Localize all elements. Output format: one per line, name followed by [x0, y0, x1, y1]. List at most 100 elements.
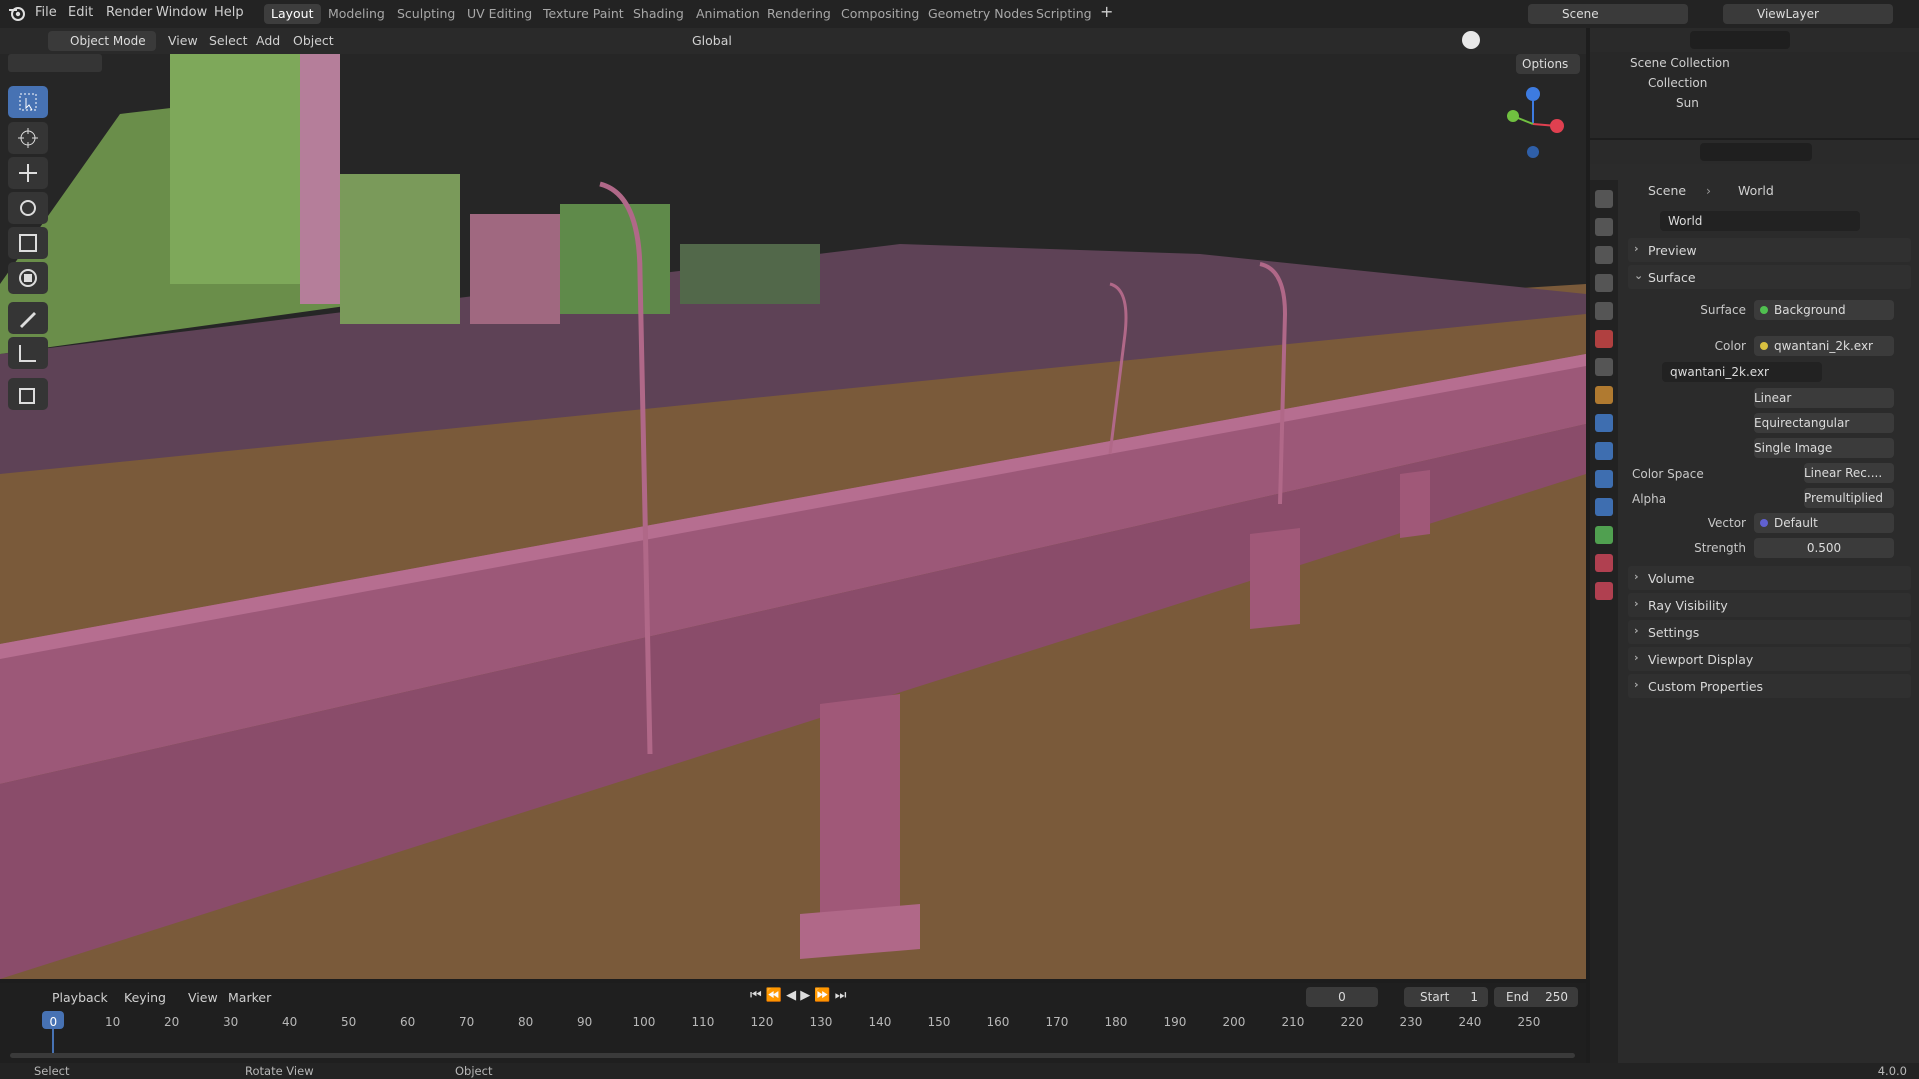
ortho-grid-icon[interactable] — [1551, 262, 1577, 288]
ray-visibility-panel-header[interactable]: › Ray Visibility — [1628, 593, 1911, 617]
marker-menu[interactable]: Marker — [228, 990, 271, 1005]
particles-tab-icon[interactable] — [1595, 442, 1613, 460]
measure-tool[interactable] — [8, 337, 48, 369]
menu-help[interactable]: Help — [214, 5, 244, 20]
tab-texture-paint[interactable]: Texture Paint — [536, 4, 631, 24]
add-cube-tool[interactable] — [8, 378, 48, 410]
settings-panel-label: Settings — [1648, 625, 1700, 640]
end-frame-field[interactable]: End 250 — [1494, 987, 1578, 1007]
frame-tick-label: 40 — [282, 1015, 298, 1029]
orientation-selector[interactable]: Global — [692, 33, 732, 48]
menu-view[interactable]: View — [168, 33, 198, 48]
tab-sculpting[interactable]: Sculpting — [390, 4, 462, 24]
outliner-search-input[interactable] — [1690, 31, 1790, 49]
tab-rendering[interactable]: Rendering — [760, 4, 838, 24]
cursor-tool[interactable] — [8, 122, 48, 154]
tab-compositing[interactable]: Compositing — [834, 4, 926, 24]
alpha-label: Alpha — [1632, 492, 1667, 506]
solid-shading-button[interactable] — [1462, 31, 1480, 49]
tab-scripting[interactable]: Scripting — [1029, 4, 1099, 24]
options-button[interactable]: Options — [1516, 54, 1580, 74]
image-name-field[interactable]: qwantani_2k.exr — [1662, 362, 1822, 382]
object-tab-icon[interactable] — [1595, 386, 1613, 404]
selection-mode-group[interactable] — [8, 54, 102, 72]
settings-panel-header[interactable]: › Settings — [1628, 620, 1911, 644]
rotate-tool[interactable] — [8, 192, 48, 224]
properties-editor[interactable]: Scene › World World › Preview ⌄ Surface Su… — [1590, 140, 1919, 1063]
world-name-field[interactable]: World — [1660, 211, 1860, 231]
start-frame-field[interactable]: Start 1 — [1404, 987, 1488, 1007]
scene-tab-icon[interactable] — [1595, 302, 1613, 320]
select-box-tool[interactable] — [8, 86, 48, 118]
preview-panel-header[interactable]: › Preview — [1628, 238, 1911, 262]
scale-tool[interactable] — [8, 227, 48, 259]
keying-menu[interactable]: Keying — [124, 990, 166, 1005]
collection-tab-icon[interactable] — [1595, 358, 1613, 376]
surface-panel-header[interactable]: ⌄ Surface — [1628, 265, 1911, 289]
menu-select[interactable]: Select — [209, 33, 248, 48]
view-layer-selector[interactable]: ViewLayer — [1723, 4, 1893, 24]
texture-tab-icon[interactable] — [1595, 582, 1613, 600]
3d-viewport[interactable]: Options — [0, 54, 1586, 979]
transform-tool[interactable] — [8, 262, 48, 294]
collection-label[interactable]: Collection — [1648, 76, 1707, 90]
surface-field[interactable]: Background — [1754, 300, 1894, 320]
outliner[interactable]: Scene Collection Collection Sun — [1590, 28, 1919, 138]
volume-panel-header[interactable]: › Volume — [1628, 566, 1911, 590]
constraints-tab-icon[interactable] — [1595, 498, 1613, 516]
timeline-scrollbar[interactable] — [10, 1053, 1575, 1058]
source-dropdown[interactable]: Single Image — [1754, 438, 1894, 458]
custom-properties-panel-header[interactable]: › Custom Properties — [1628, 674, 1911, 698]
pan-hand-icon[interactable] — [1551, 200, 1577, 226]
tab-uv-editing[interactable]: UV Editing — [460, 4, 539, 24]
mode-selector[interactable]: Object Mode — [48, 31, 156, 51]
world-tab-icon[interactable] — [1595, 330, 1613, 348]
playback-menu[interactable]: Playback — [52, 990, 108, 1005]
current-frame-field[interactable]: 0 — [1306, 987, 1378, 1007]
strength-field[interactable]: 0.500 — [1754, 538, 1894, 558]
tab-modeling[interactable]: Modeling — [321, 4, 392, 24]
scene-collection-label[interactable]: Scene Collection — [1630, 56, 1730, 70]
blender-logo-icon[interactable] — [8, 4, 26, 22]
surface-panel-label: Surface — [1648, 270, 1696, 285]
color-space-dropdown[interactable]: Linear Rec.... — [1804, 463, 1894, 483]
playback-controls[interactable]: ⏮ ⏪ ◀ ▶ ⏩ ⏭ — [750, 987, 860, 1007]
vector-field[interactable]: Default — [1754, 513, 1894, 533]
menu-add[interactable]: Add — [256, 33, 280, 48]
frame-tick-label: 20 — [164, 1015, 180, 1029]
material-tab-icon[interactable] — [1595, 554, 1613, 572]
surface-label: Surface — [1700, 303, 1746, 317]
tab-shading[interactable]: Shading — [626, 4, 691, 24]
menu-window[interactable]: Window — [156, 5, 207, 20]
menu-object[interactable]: Object — [293, 33, 334, 48]
move-tool[interactable] — [8, 157, 48, 189]
scene-selector[interactable]: Scene — [1528, 4, 1688, 24]
navigation-gizmo[interactable] — [1495, 84, 1565, 164]
add-workspace-button[interactable]: + — [1100, 2, 1113, 21]
render-tab-icon[interactable] — [1595, 218, 1613, 236]
volume-panel-label: Volume — [1648, 571, 1695, 586]
properties-search-input[interactable] — [1700, 143, 1812, 161]
tab-geometry-nodes[interactable]: Geometry Nodes — [921, 4, 1040, 24]
view-layer-tab-icon[interactable] — [1595, 274, 1613, 292]
modifier-tab-icon[interactable] — [1595, 414, 1613, 432]
interpolation-dropdown[interactable]: Linear — [1754, 388, 1894, 408]
menu-edit[interactable]: Edit — [68, 5, 93, 20]
camera-view-icon[interactable] — [1551, 231, 1577, 257]
menu-render[interactable]: Render — [106, 5, 152, 20]
projection-dropdown[interactable]: Equirectangular — [1754, 413, 1894, 433]
output-tab-icon[interactable] — [1595, 246, 1613, 264]
tab-animation[interactable]: Animation — [689, 4, 767, 24]
timeline-view-menu[interactable]: View — [188, 990, 218, 1005]
color-field[interactable]: qwantani_2k.exr — [1754, 336, 1894, 356]
tab-layout[interactable]: Layout — [264, 4, 321, 24]
sun-label[interactable]: Sun — [1676, 96, 1699, 110]
zoom-icon[interactable] — [1551, 169, 1577, 195]
viewport-display-panel-header[interactable]: › Viewport Display — [1628, 647, 1911, 671]
alpha-dropdown[interactable]: Premultiplied — [1804, 488, 1894, 508]
tool-tab-icon[interactable] — [1595, 190, 1613, 208]
data-tab-icon[interactable] — [1595, 526, 1613, 544]
annotate-tool[interactable] — [8, 302, 48, 334]
physics-tab-icon[interactable] — [1595, 470, 1613, 488]
menu-file[interactable]: File — [35, 5, 57, 20]
